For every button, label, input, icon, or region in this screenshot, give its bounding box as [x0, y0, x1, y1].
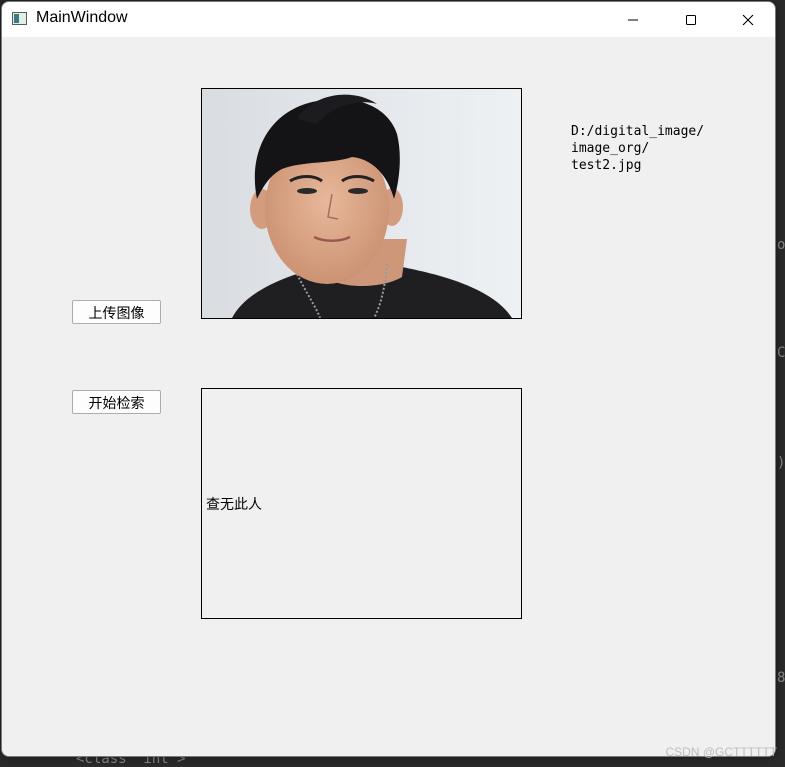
result-text: 查无此人 — [206, 497, 262, 513]
background-code-fragment: ) — [777, 455, 785, 471]
image-path-label: D:/digital_image/ image_org/ test2.jpg — [571, 124, 705, 173]
window-content: D:/digital_image/ image_org/ test2.jpg 上… — [2, 37, 775, 756]
start-search-button[interactable]: 开始检索 — [72, 390, 161, 414]
title-bar[interactable]: MainWindow — [2, 2, 775, 37]
close-button[interactable] — [719, 2, 775, 37]
background-code-fragment: 8 — [777, 670, 785, 686]
close-icon — [742, 14, 754, 25]
watermark: CSDN @GCTTTTTT — [665, 745, 778, 759]
background-code-fragment: C — [777, 345, 785, 361]
uploaded-image-frame — [201, 88, 522, 319]
app-icon — [12, 12, 27, 25]
main-window: MainWindow D:/digital_image/ image_org/ … — [1, 1, 776, 757]
maximize-button[interactable] — [662, 2, 720, 37]
maximize-icon — [686, 14, 696, 25]
background-code-fragment: o — [777, 237, 785, 253]
minimize-icon — [628, 19, 638, 20]
window-title: MainWindow — [36, 9, 128, 26]
minimize-button[interactable] — [604, 2, 662, 37]
portrait-photo — [202, 89, 521, 319]
result-frame: 查无此人 — [201, 388, 522, 619]
upload-image-button[interactable]: 上传图像 — [72, 300, 161, 324]
